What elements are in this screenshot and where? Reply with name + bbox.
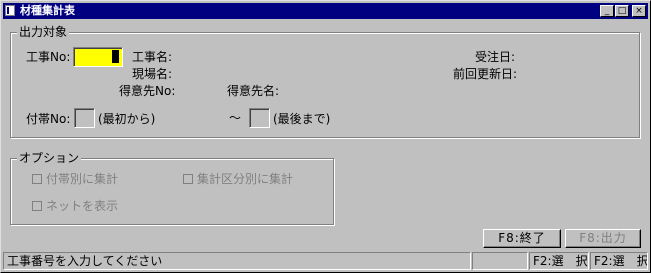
text-cursor	[112, 50, 119, 63]
futai-no-label: 付帯No:	[26, 112, 71, 126]
tilde-separator: ～	[229, 111, 242, 125]
futai-to-input[interactable]	[249, 108, 270, 128]
prev-update-label: 前回更新日:	[453, 67, 518, 81]
minimize-button[interactable]: _	[600, 5, 614, 17]
by-futai-checkbox[interactable]: 付帯別に集計	[32, 172, 118, 186]
status-f2-select-a[interactable]: F2:選 択	[529, 252, 589, 270]
checkbox-box	[32, 201, 42, 211]
by-category-label: 集計区分別に集計	[197, 172, 294, 186]
genba-name-label: 現場名:	[132, 67, 173, 81]
status-f2-select-b[interactable]: F2:選 択	[590, 252, 648, 270]
futai-from-input[interactable]	[74, 108, 95, 128]
by-futai-label: 付帯別に集計	[46, 172, 119, 186]
close-button[interactable]: ×	[632, 5, 646, 17]
show-net-label: ネットを表示	[46, 199, 119, 213]
status-panel-empty	[472, 252, 528, 270]
tokui-name-label: 得意先名:	[227, 84, 280, 98]
app-window: 材種集計表 _ □ × 出力対象 工事No: 工事名: 現場名: 得意先No: …	[0, 0, 651, 273]
title-bar[interactable]: 材種集計表 _ □ ×	[3, 3, 648, 19]
by-category-checkbox[interactable]: 集計区分別に集計	[183, 172, 293, 186]
options-group-legend: オプション	[17, 151, 82, 165]
checkbox-box	[183, 174, 193, 184]
futai-to-note: (最後まで)	[273, 112, 331, 126]
checkbox-box	[32, 174, 42, 184]
koji-no-input[interactable]	[73, 47, 123, 67]
target-group-legend: 出力対象	[17, 25, 70, 39]
app-icon	[5, 5, 15, 16]
options-group: オプション	[10, 151, 334, 225]
status-message: 工事番号を入力してください	[3, 252, 471, 270]
tokui-no-label: 得意先No:	[119, 84, 176, 98]
maximize-button[interactable]: □	[615, 5, 629, 17]
show-net-checkbox[interactable]: ネットを表示	[32, 199, 118, 213]
koji-no-label: 工事No:	[26, 50, 71, 64]
koji-name-label: 工事名:	[132, 50, 173, 64]
window-title: 材種集計表	[20, 4, 75, 17]
futai-from-note: (最初から)	[98, 112, 156, 126]
juchu-date-label: 受注日:	[475, 50, 516, 64]
exit-button[interactable]: F8:終了	[483, 229, 561, 248]
output-button[interactable]: F8:出力	[565, 229, 641, 248]
